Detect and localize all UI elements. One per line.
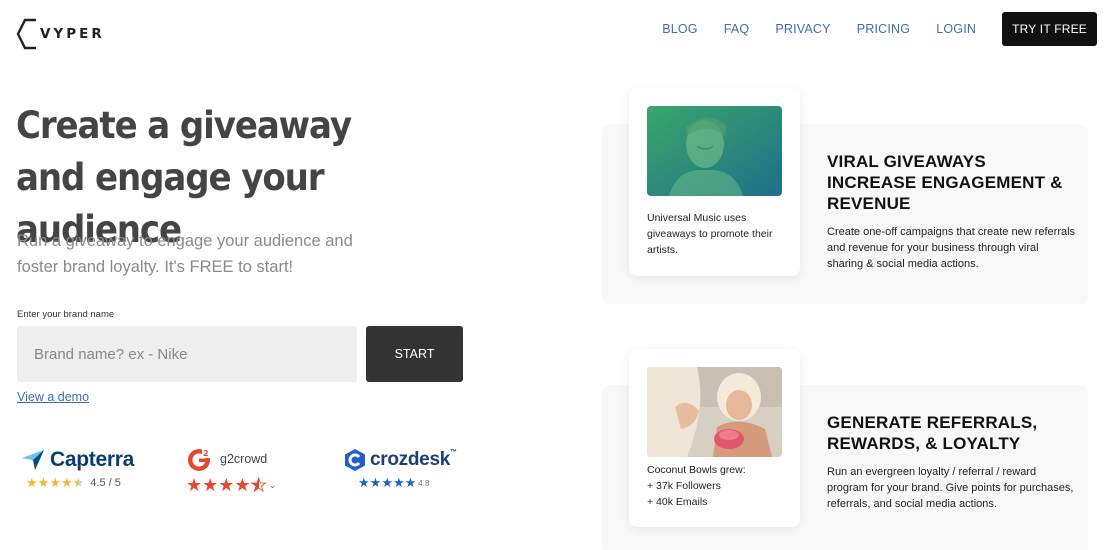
coconut-bowls-image xyxy=(647,367,782,457)
g2-logo-icon: 2 xyxy=(188,449,212,471)
star-icon: ★ xyxy=(202,475,219,495)
star-icon: ★ xyxy=(60,475,73,490)
start-button[interactable]: START xyxy=(366,326,463,382)
star-icon: ★ xyxy=(369,475,382,490)
g2crowd-rating: 2 g2crowd ★ ★ ★ ★ ★ ⌄ xyxy=(186,446,276,494)
star-icon: ★ xyxy=(49,475,61,490)
logo-text: VYPER xyxy=(40,26,105,42)
capterra-stars: ★ ★ ★ ★ ★ 4.5 / 5 xyxy=(26,476,134,490)
star-icon: ★ xyxy=(26,475,38,490)
case-study-caption: Coconut Bowls grew: + 37k Followers + 40… xyxy=(647,464,746,508)
case-study-card-coconut: Coconut Bowls grew: + 37k Followers + 40… xyxy=(629,349,800,527)
universal-music-image xyxy=(647,106,782,196)
vyper-logo[interactable]: VYPER xyxy=(16,18,105,50)
try-it-free-button[interactable]: TRY IT FREE xyxy=(1002,12,1097,46)
capterra-score: 4.5 / 5 xyxy=(90,477,121,489)
star-icon: ★ xyxy=(358,475,370,490)
nav-blog[interactable]: BLOG xyxy=(662,22,698,36)
crozdesk-score: 4.8 xyxy=(418,478,430,488)
nav-privacy[interactable]: PRIVACY xyxy=(775,22,830,36)
brand-name-input[interactable] xyxy=(17,326,357,382)
case-study-card-universal: Universal Music uses giveaways to promot… xyxy=(629,88,800,276)
crozdesk-stars: ★ ★ ★ ★ ★ 4.8 xyxy=(358,476,457,490)
star-icon: ★ xyxy=(381,475,393,490)
star-icon: ★ xyxy=(392,475,405,490)
feature-description: Create one-off campaigns that create new… xyxy=(827,226,1076,270)
star-icon: ★ xyxy=(186,475,203,495)
crozdesk-logo-icon xyxy=(345,449,365,471)
top-nav: BLOG FAQ PRIVACY PRICING LOGIN TRY IT FR… xyxy=(662,12,1097,46)
star-icon: ★ xyxy=(37,475,50,490)
nav-login[interactable]: LOGIN xyxy=(936,22,976,36)
feature-title: GENERATE REFERRALS, REWARDS, & LOYALTY xyxy=(827,413,1038,453)
capterra-arrow-icon xyxy=(22,450,44,470)
g2crowd-name: g2crowd xyxy=(220,452,268,466)
half-star-icon: ★ xyxy=(250,475,267,495)
half-star-icon: ★ xyxy=(72,475,85,490)
view-demo-link[interactable]: View a demo xyxy=(17,390,89,404)
star-icon: ★ xyxy=(218,475,235,495)
g2crowd-stars: ★ ★ ★ ★ ★ ⌄ xyxy=(186,475,277,495)
feature-title: VIRAL GIVEAWAYS INCREASE ENGAGEMENT & RE… xyxy=(827,152,1063,213)
hexagon-logo-icon xyxy=(16,18,36,50)
nav-faq[interactable]: FAQ xyxy=(724,22,750,36)
crozdesk-rating: crozdesk™ ★ ★ ★ ★ ★ 4.8 xyxy=(344,448,457,490)
chevron-down-icon[interactable]: ⌄ xyxy=(269,480,277,491)
svg-text:2: 2 xyxy=(203,449,209,458)
star-icon: ★ xyxy=(234,475,251,495)
feature-description: Run an evergreen loyalty / referral / re… xyxy=(827,466,1074,510)
capterra-rating: Capterra ★ ★ ★ ★ ★ 4.5 / 5 xyxy=(22,448,134,490)
capterra-name: Capterra xyxy=(50,448,134,471)
case-study-caption: Universal Music uses giveaways to promot… xyxy=(647,212,773,256)
nav-pricing[interactable]: PRICING xyxy=(857,22,911,36)
hero-subtitle: Run a giveaway to engage your audience a… xyxy=(17,232,353,276)
star-icon: ★ xyxy=(404,475,417,490)
crozdesk-name: crozdesk™ xyxy=(370,449,457,470)
brand-name-label: Enter your brand name xyxy=(17,309,115,320)
